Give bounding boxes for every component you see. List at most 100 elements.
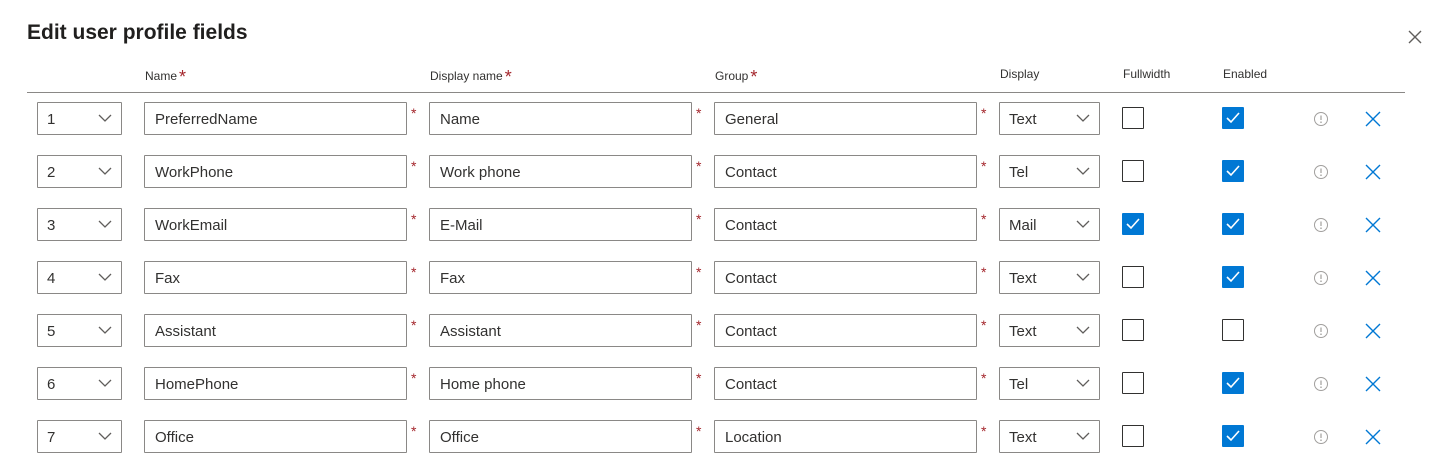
chevron-down-icon [98,326,112,334]
chevron-down-icon [1076,379,1090,387]
order-dropdown[interactable]: 6 [37,367,122,400]
required-mark: * [750,67,758,87]
required-mark: * [696,370,702,386]
fullwidth-checkbox[interactable] [1122,160,1144,182]
info-icon[interactable] [1313,270,1329,286]
fullwidth-checkbox[interactable] [1122,213,1144,235]
display-name-field[interactable]: Home phone [429,367,692,400]
required-mark: * [411,264,417,280]
info-icon[interactable] [1313,376,1329,392]
name-field[interactable]: WorkPhone [144,155,407,188]
enabled-checkbox[interactable] [1222,266,1244,288]
group-field[interactable]: Contact [714,367,977,400]
chevron-down-icon [98,379,112,387]
chevron-down-icon [98,114,112,122]
fullwidth-checkbox[interactable] [1122,319,1144,341]
chevron-down-icon [98,220,112,228]
display-type-dropdown[interactable]: Tel [999,367,1100,400]
name-field[interactable]: HomePhone [144,367,407,400]
enabled-checkbox[interactable] [1222,160,1244,182]
display-type-dropdown[interactable]: Text [999,420,1100,453]
group-field[interactable]: Location [714,420,977,453]
checkmark-icon [1226,218,1240,230]
display-type-value: Mail [1009,217,1037,234]
group-field[interactable]: Contact [714,314,977,347]
required-mark: * [696,211,702,227]
display-name-field[interactable]: Fax [429,261,692,294]
info-icon[interactable] [1313,429,1329,445]
required-mark: * [981,423,987,439]
name-value: PreferredName [155,111,258,128]
name-field[interactable]: WorkEmail [144,208,407,241]
fullwidth-checkbox[interactable] [1122,266,1144,288]
delete-icon[interactable] [1364,322,1382,340]
group-field[interactable]: Contact [714,261,977,294]
required-mark: * [411,105,417,121]
display-name-value: Office [440,429,479,446]
order-dropdown[interactable]: 1 [37,102,122,135]
order-dropdown[interactable]: 7 [37,420,122,453]
order-dropdown[interactable]: 4 [37,261,122,294]
info-icon[interactable] [1313,111,1329,127]
enabled-checkbox[interactable] [1222,319,1244,341]
group-field[interactable]: Contact [714,208,977,241]
enabled-checkbox[interactable] [1222,425,1244,447]
column-header-display-name: Display name * [430,67,512,88]
delete-icon[interactable] [1364,110,1382,128]
name-field[interactable]: Fax [144,261,407,294]
display-type-dropdown[interactable]: Tel [999,155,1100,188]
table-row: 2 WorkPhone * Work phone * Contact * Tel [0,155,1432,208]
display-type-dropdown[interactable]: Mail [999,208,1100,241]
fullwidth-checkbox[interactable] [1122,372,1144,394]
enabled-checkbox[interactable] [1222,213,1244,235]
required-mark: * [981,105,987,121]
column-header-name: Name * [145,67,186,88]
display-name-field[interactable]: Assistant [429,314,692,347]
name-value: WorkPhone [155,164,234,181]
delete-icon[interactable] [1364,163,1382,181]
required-mark: * [981,370,987,386]
close-dialog-button[interactable] [1404,26,1426,48]
name-field[interactable]: Office [144,420,407,453]
enabled-checkbox[interactable] [1222,107,1244,129]
chevron-down-icon [1076,167,1090,175]
table-row: 3 WorkEmail * E-Mail * Contact * Mail [0,208,1432,261]
delete-icon[interactable] [1364,375,1382,393]
name-value: Assistant [155,323,216,340]
display-type-dropdown[interactable]: Text [999,102,1100,135]
info-icon[interactable] [1313,164,1329,180]
delete-icon[interactable] [1364,428,1382,446]
order-value: 3 [47,217,56,234]
name-field[interactable]: Assistant [144,314,407,347]
name-field[interactable]: PreferredName [144,102,407,135]
group-value: Contact [725,323,777,340]
chevron-down-icon [1076,220,1090,228]
order-dropdown[interactable]: 3 [37,208,122,241]
required-mark: * [696,158,702,174]
order-value: 4 [47,270,56,287]
chevron-down-icon [1076,273,1090,281]
display-name-field[interactable]: E-Mail [429,208,692,241]
display-type-value: Tel [1009,376,1029,393]
display-name-field[interactable]: Office [429,420,692,453]
group-value: General [725,111,779,128]
table-row: 1 PreferredName * Name * General * Text [0,102,1432,155]
group-field[interactable]: General [714,102,977,135]
order-dropdown[interactable]: 2 [37,155,122,188]
info-icon[interactable] [1313,217,1329,233]
display-type-dropdown[interactable]: Text [999,314,1100,347]
display-type-value: Text [1009,111,1037,128]
info-icon[interactable] [1313,323,1329,339]
enabled-checkbox[interactable] [1222,372,1244,394]
order-dropdown[interactable]: 5 [37,314,122,347]
required-mark: * [981,317,987,333]
display-name-field[interactable]: Name [429,102,692,135]
fullwidth-checkbox[interactable] [1122,107,1144,129]
group-field[interactable]: Contact [714,155,977,188]
dialog-title: Edit user profile fields [27,21,248,44]
display-name-field[interactable]: Work phone [429,155,692,188]
delete-icon[interactable] [1364,269,1382,287]
fullwidth-checkbox[interactable] [1122,425,1144,447]
delete-icon[interactable] [1364,216,1382,234]
display-type-dropdown[interactable]: Text [999,261,1100,294]
